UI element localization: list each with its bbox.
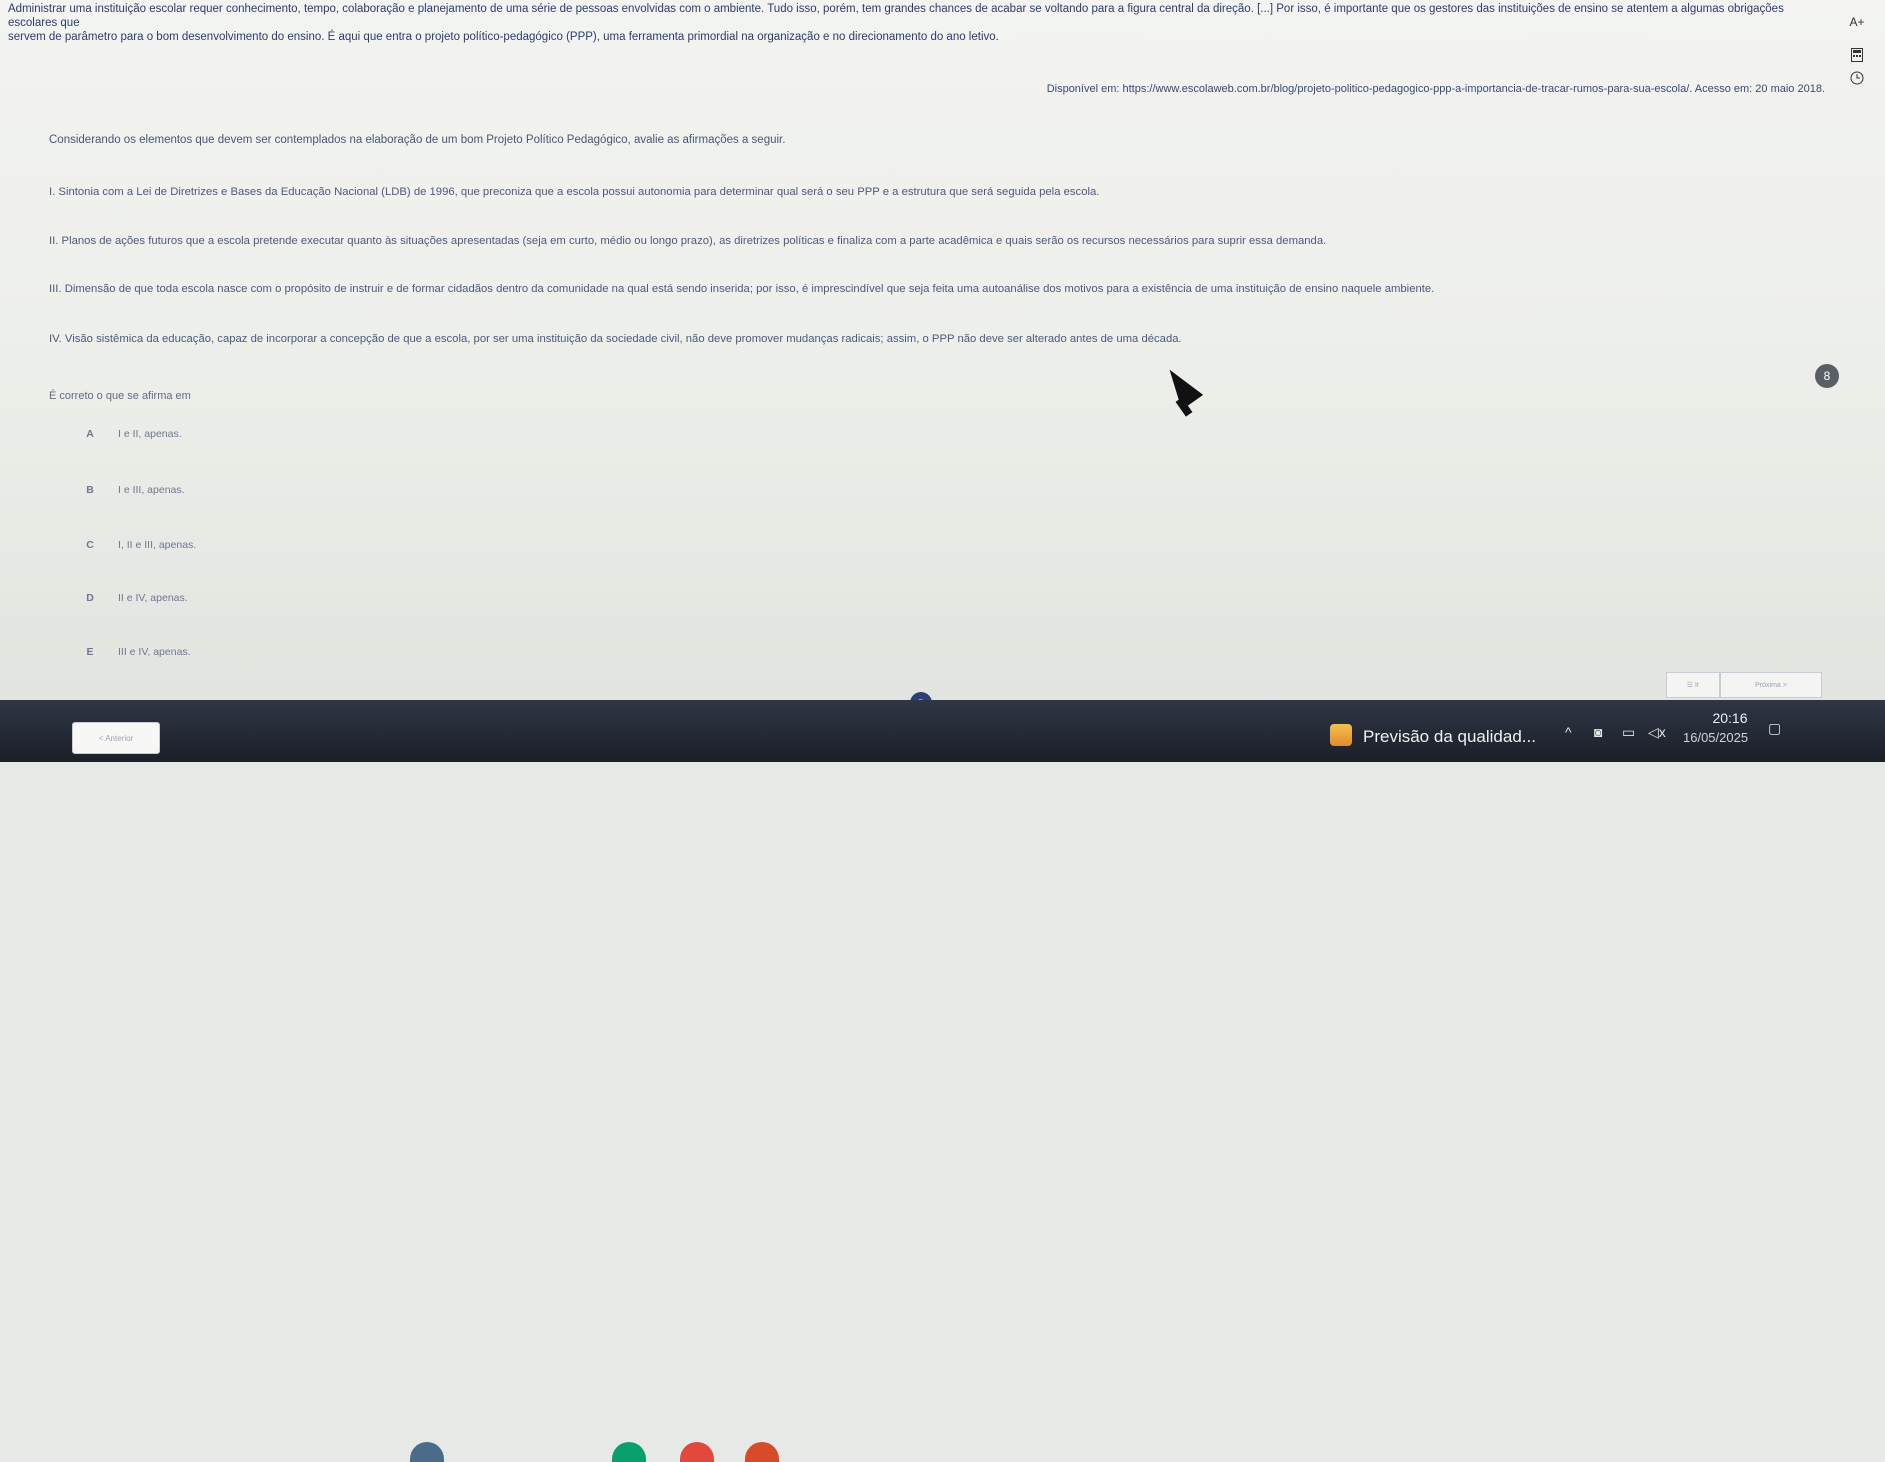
calculator-icon[interactable] <box>1849 48 1865 64</box>
question-prompt: Considerando os elementos que devem ser … <box>49 134 786 146</box>
notification-icon[interactable]: ▢ <box>1768 720 1781 737</box>
option-letter: A <box>86 428 94 440</box>
option-c[interactable]: C I, II e III, apenas. <box>84 539 196 551</box>
speaker-muted-icon[interactable]: ◁x <box>1648 724 1666 741</box>
statement-iv: IV. Visão sistêmica da educação, capaz d… <box>49 333 1182 345</box>
option-letter: D <box>86 592 94 604</box>
next-button[interactable]: Próxima > <box>1720 672 1822 698</box>
intro-text: Administrar uma instituição escolar requ… <box>8 2 1828 44</box>
previous-button[interactable]: < Anterior <box>72 722 160 754</box>
option-a[interactable]: A I e II, apenas. <box>84 428 182 440</box>
taskbar-app-icon[interactable] <box>745 1442 779 1462</box>
option-text: I, II e III, apenas. <box>118 539 197 551</box>
chat-bubble-button[interactable]: 8 <box>1815 364 1839 388</box>
statement-iii: III. Dimensão de que toda escola nasce c… <box>49 283 1435 295</box>
option-text: III e IV, apenas. <box>118 646 191 658</box>
clock-date[interactable]: 16/05/2025 <box>1683 730 1748 745</box>
option-b[interactable]: B I e III, apenas. <box>84 484 185 496</box>
taskbar-app-icon[interactable] <box>410 1442 444 1462</box>
taskbar-app-icon[interactable] <box>680 1442 714 1462</box>
source-citation: Disponível em: https://www.escolaweb.com… <box>1046 83 1825 95</box>
taskbar-app-icon[interactable] <box>612 1442 646 1462</box>
option-d[interactable]: D II e IV, apenas. <box>84 592 188 604</box>
weather-widget-text[interactable]: Previsão da qualidad... <box>1363 727 1536 747</box>
option-e[interactable]: E III e IV, apenas. <box>84 646 191 658</box>
font-size-button[interactable]: A+ <box>1849 15 1865 31</box>
option-text: I e II, apenas. <box>118 428 182 440</box>
option-text: I e III, apenas. <box>118 484 185 496</box>
statement-ii: II. Planos de ações futuros que a escola… <box>49 235 1327 247</box>
taskbar: < Anterior Previsão da qualidad... ^ ◙ ▭… <box>0 700 1885 1462</box>
clock-icon[interactable] <box>1849 71 1865 87</box>
option-text: II e IV, apenas. <box>118 592 188 604</box>
option-letter: B <box>86 484 94 496</box>
question-text: É correto o que se afirma em <box>49 390 191 402</box>
weather-icon[interactable] <box>1330 724 1352 746</box>
intro-line-2: servem de parâmetro para o bom desenvolv… <box>8 31 999 43</box>
chevron-up-icon[interactable]: ^ <box>1565 724 1572 740</box>
network-icon[interactable]: ◙ <box>1594 724 1602 740</box>
clock-time[interactable]: 20:16 <box>1700 710 1760 726</box>
battery-icon[interactable]: ▭ <box>1622 724 1635 741</box>
option-letter: C <box>86 539 94 551</box>
exam-page: Administrar uma instituição escolar requ… <box>0 0 1885 714</box>
statement-i: I. Sintonia com a Lei de Diretrizes e Ba… <box>49 186 1100 198</box>
option-letter: E <box>86 646 94 658</box>
intro-line-1: Administrar uma instituição escolar requ… <box>8 3 1784 29</box>
go-to-button[interactable]: ☰ Ir <box>1666 672 1720 698</box>
